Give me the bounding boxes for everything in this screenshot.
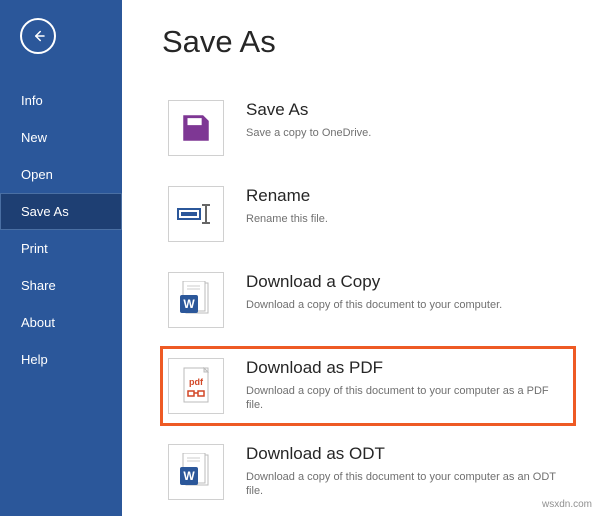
odt-icon: W (168, 444, 224, 500)
svg-text:W: W (183, 469, 195, 483)
sidebar-item-label: Save As (21, 204, 69, 219)
option-title: Download as ODT (246, 444, 568, 464)
sidebar-item-print[interactable]: Print (0, 230, 122, 267)
option-download-odt[interactable]: W Download as ODT Download a copy of thi… (162, 434, 574, 510)
watermark: wsxdn.com (542, 499, 592, 510)
option-desc: Download a copy of this document to your… (246, 384, 568, 413)
option-desc: Download a copy of this document to your… (246, 298, 568, 312)
option-title: Download a Copy (246, 272, 568, 292)
sidebar-item-about[interactable]: About (0, 304, 122, 341)
option-desc: Rename this file. (246, 212, 568, 226)
rename-icon (168, 186, 224, 242)
sidebar-item-label: Open (21, 167, 53, 182)
option-desc: Save a copy to OneDrive. (246, 126, 568, 140)
option-text: Download a Copy Download a copy of this … (246, 272, 568, 312)
option-text: Download as PDF Download a copy of this … (246, 358, 568, 413)
option-desc: Download a copy of this document to your… (246, 470, 568, 499)
main-panel: Save As Save As Save a copy to OneDrive.… (122, 0, 600, 516)
option-save-as[interactable]: Save As Save a copy to OneDrive. (162, 90, 574, 166)
word-doc-icon: W (168, 272, 224, 328)
sidebar-item-label: Print (21, 241, 48, 256)
option-rename[interactable]: Rename Rename this file. (162, 176, 574, 252)
option-title: Save As (246, 100, 568, 120)
option-title: Download as PDF (246, 358, 568, 378)
option-text: Rename Rename this file. (246, 186, 568, 226)
option-title: Rename (246, 186, 568, 206)
option-text: Download as ODT Download a copy of this … (246, 444, 568, 499)
sidebar-item-label: Help (21, 352, 48, 367)
option-text: Save As Save a copy to OneDrive. (246, 100, 568, 140)
page-title: Save As (162, 24, 574, 60)
sidebar-item-label: Share (21, 278, 56, 293)
sidebar-item-open[interactable]: Open (0, 156, 122, 193)
pdf-icon: pdf (168, 358, 224, 414)
svg-text:pdf: pdf (189, 377, 204, 387)
sidebar: Info New Open Save As Print Share About … (0, 0, 122, 516)
sidebar-item-info[interactable]: Info (0, 82, 122, 119)
svg-text:W: W (183, 297, 195, 311)
back-arrow-icon (29, 27, 47, 45)
sidebar-item-label: Info (21, 93, 43, 108)
sidebar-item-label: New (21, 130, 47, 145)
sidebar-item-share[interactable]: Share (0, 267, 122, 304)
save-icon (168, 100, 224, 156)
option-download-pdf[interactable]: pdf Download as PDF Download a copy of t… (162, 348, 574, 424)
sidebar-item-new[interactable]: New (0, 119, 122, 156)
back-button[interactable] (20, 18, 56, 54)
option-download-copy[interactable]: W Download a Copy Download a copy of thi… (162, 262, 574, 338)
sidebar-item-help[interactable]: Help (0, 341, 122, 378)
sidebar-item-label: About (21, 315, 55, 330)
sidebar-item-save-as[interactable]: Save As (0, 193, 122, 230)
